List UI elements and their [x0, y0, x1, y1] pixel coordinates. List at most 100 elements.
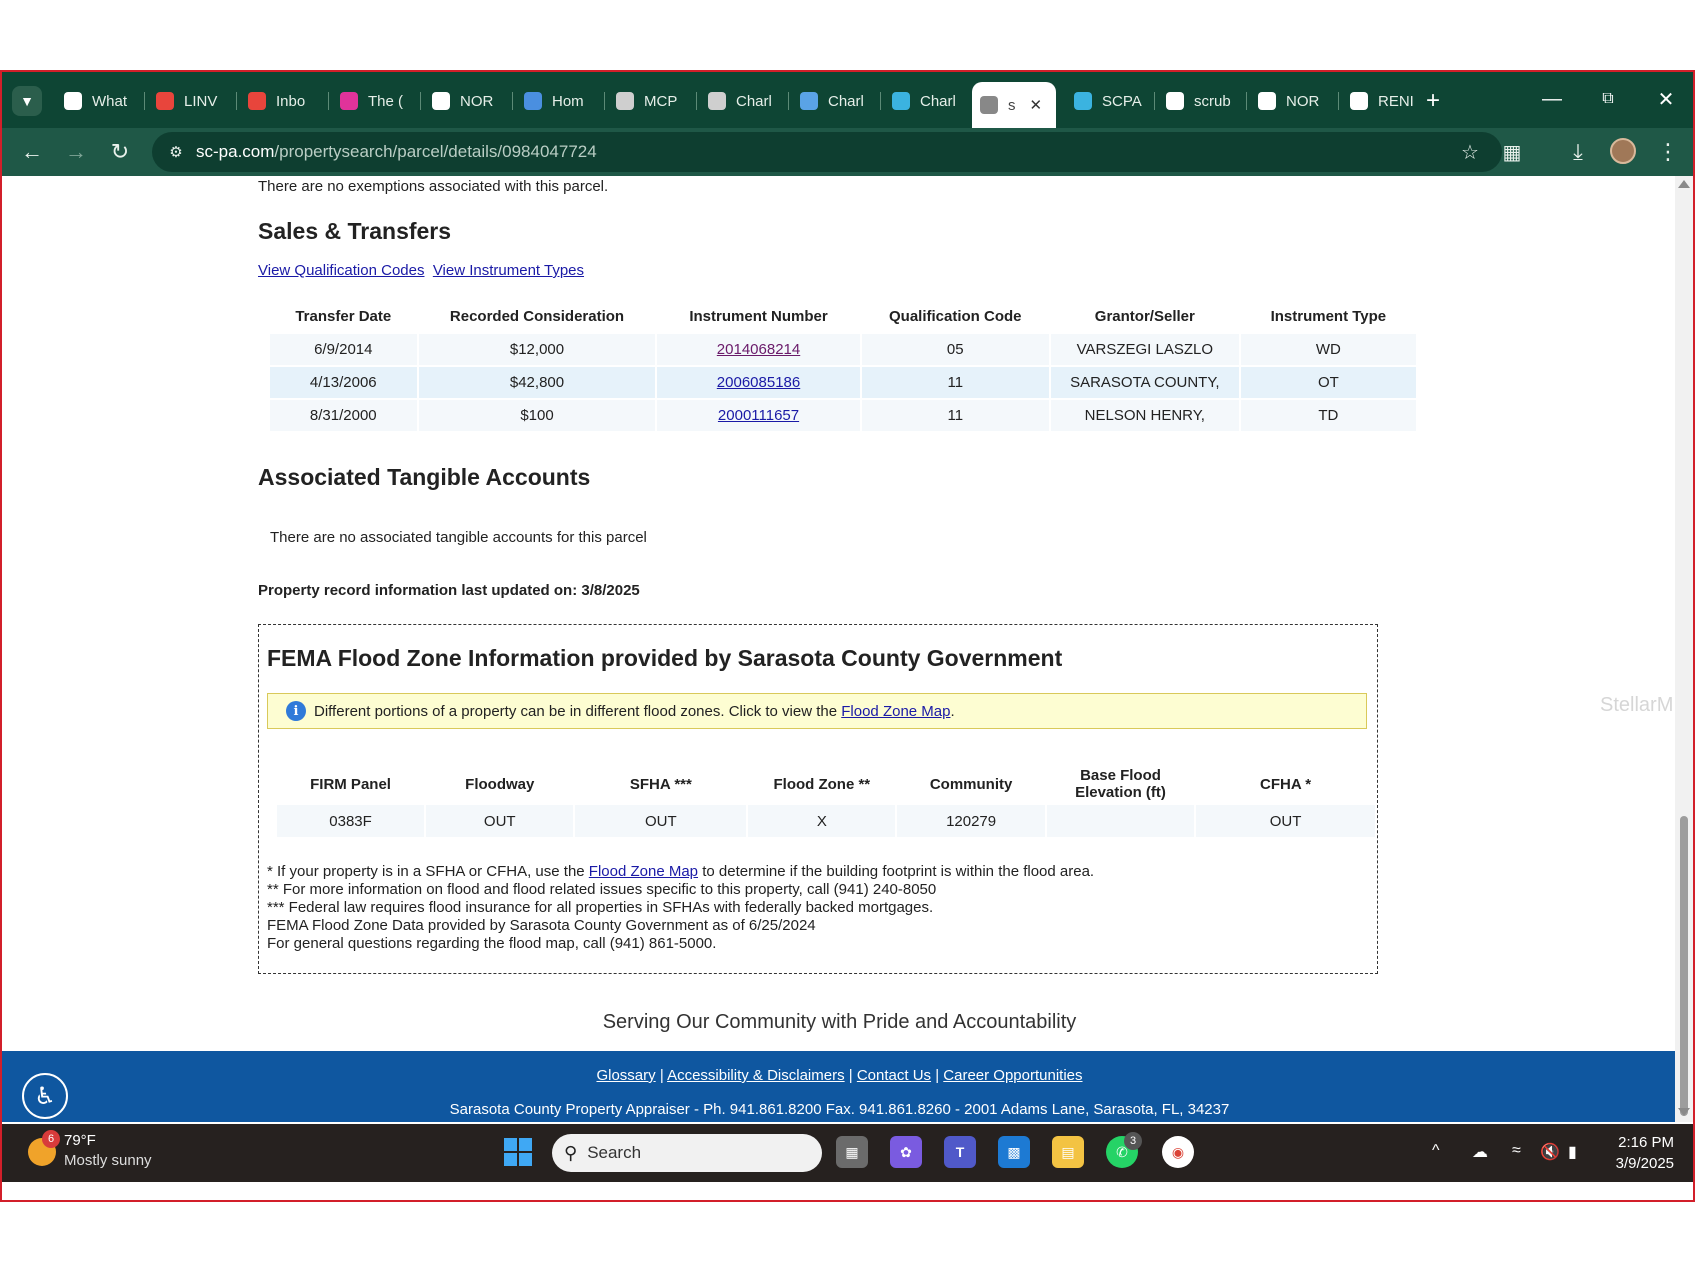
tab-label: NOR [460, 92, 494, 110]
scroll-down-arrow[interactable] [1678, 1108, 1690, 1116]
scrollbar-thumb[interactable] [1680, 816, 1688, 1116]
tab-13[interactable]: NOR [1250, 82, 1330, 120]
weather-condition[interactable]: Mostly sunny [64, 1152, 152, 1169]
new-tab-button[interactable]: + [1426, 82, 1440, 120]
tab-3[interactable]: The ( [332, 82, 412, 120]
site-info-icon[interactable]: ⚙ [164, 140, 188, 164]
close-window-button[interactable]: ✕ [1646, 84, 1686, 114]
system-clock[interactable]: 2:16 PM 3/9/2025 [1602, 1132, 1674, 1174]
tangible-heading: Associated Tangible Accounts [258, 464, 591, 490]
tab-0[interactable]: What [56, 82, 136, 120]
start-button[interactable] [504, 1138, 532, 1166]
column-header: FIRM Panel [310, 775, 391, 793]
column-header: Flood Zone ** [773, 775, 871, 793]
address-bar[interactable]: ⚙ sc-pa.com/propertysearch/parcel/detail… [152, 132, 1502, 172]
battery-icon[interactable]: ▮ [1568, 1142, 1577, 1162]
url-text[interactable]: sc-pa.com/propertysearch/parcel/details/… [196, 142, 597, 162]
instrument-cell: 2006085186 [657, 367, 860, 398]
restore-button[interactable]: ⧉ [1588, 84, 1628, 114]
file-explorer-icon[interactable]: ▤ [1052, 1136, 1084, 1168]
profile-avatar[interactable] [1610, 138, 1636, 164]
tab-7[interactable]: Charl [700, 82, 780, 120]
teams-icon[interactable]: T [944, 1136, 976, 1168]
url-path: /propertysearch/parcel/details/098404772… [274, 142, 597, 161]
store-icon[interactable]: ▩ [998, 1136, 1030, 1168]
instrument-number-link[interactable]: 2014068214 [717, 341, 800, 358]
forward-button[interactable]: → [60, 136, 92, 168]
footer-link[interactable]: Career Opportunities [943, 1067, 1082, 1084]
column-header: Floodway [465, 775, 535, 793]
instrument-number-link[interactable]: 2000111657 [718, 407, 799, 424]
tab-2[interactable]: Inbo [240, 82, 320, 120]
view-qualification-codes-link[interactable]: View Qualification Codes [258, 262, 424, 279]
menu-button[interactable]: ⋮ [1652, 136, 1684, 168]
restore-icon: ⧉ [1602, 90, 1614, 107]
cell-type: TD [1240, 400, 1416, 431]
tab-label: Hom [552, 92, 584, 110]
last-updated-text: Property record information last updated… [258, 582, 640, 599]
tab-8[interactable]: Charl [792, 82, 872, 120]
arrow-right-icon: → [65, 139, 87, 164]
browser-window: ▼ What LINV Inbo The ( NOR Hom MCP Charl Charl Ch… [0, 70, 1695, 1202]
scroll-up-arrow[interactable] [1678, 180, 1690, 188]
reload-button[interactable]: ↻ [104, 136, 136, 168]
tab-5[interactable]: Hom [516, 82, 596, 120]
note-1: * If your property is in a SFHA or CFHA,… [267, 863, 1095, 880]
extensions-button[interactable]: ▦ [1496, 136, 1528, 168]
downloads-button[interactable]: ⤓ [1562, 136, 1594, 168]
chrome-taskbar-icon[interactable]: ◉ [1162, 1136, 1194, 1168]
tab-10[interactable]: s ✕ [972, 82, 1056, 128]
flood-zone-map-link-2[interactable]: Flood Zone Map [589, 863, 698, 880]
close-tab-icon[interactable]: ✕ [1030, 96, 1043, 114]
chevron-up-icon[interactable]: ^ [1432, 1142, 1440, 1160]
footer-link[interactable]: Accessibility & Disclaimers [667, 1067, 845, 1084]
tab-4[interactable]: NOR [424, 82, 504, 120]
footer-link[interactable]: Glossary [596, 1067, 655, 1084]
download-icon: ⤓ [1573, 139, 1583, 164]
tab-14[interactable]: RENI [1342, 82, 1422, 120]
task-view-icon[interactable]: ▦ [836, 1136, 868, 1168]
flood-zone-map-link[interactable]: Flood Zone Map [841, 703, 950, 720]
tab-6[interactable]: MCP [608, 82, 688, 120]
arrow-left-icon: ← [21, 139, 43, 164]
tab-9[interactable]: Charl [884, 82, 964, 120]
cell-consideration: $100 [418, 400, 656, 431]
column-header: Base Flood Elevation (ft) [1075, 767, 1166, 801]
instrument-number-link[interactable]: 2006085186 [717, 374, 800, 391]
page-scrollbar[interactable] [1675, 176, 1693, 1122]
tab-separator [696, 92, 697, 110]
cloud-icon[interactable]: ☁ [1472, 1142, 1488, 1162]
cell-type: WD [1240, 334, 1416, 365]
chrome-icon [64, 92, 82, 110]
tab-separator [420, 92, 421, 110]
tab-1[interactable]: LINV [148, 82, 228, 120]
cell-qual: 11 [861, 367, 1049, 398]
tab-label: MCP [644, 92, 678, 110]
taskbar-search[interactable]: ⚲ Search [552, 1134, 822, 1172]
seal-icon [708, 92, 726, 110]
sales-links: View Qualification Codes View Instrument… [258, 262, 584, 279]
mute-icon[interactable]: 🔇 [1540, 1142, 1560, 1162]
footer-links: Glossary | Accessibility & Disclaimers |… [2, 1067, 1677, 1084]
flood-cell: 0383F [277, 805, 425, 837]
sales-table-body: 6/9/2014 $12,000 2014068214 05 VARSZEGI LASZ… [270, 334, 1416, 431]
weather-temperature[interactable]: 79°F [64, 1132, 96, 1149]
wifi-icon[interactable]: ≈ [1512, 1142, 1521, 1160]
bookmark-star-icon[interactable]: ☆ [1458, 140, 1482, 164]
fema-flood-zone-box: FEMA Flood Zone Information provided by … [258, 624, 1378, 974]
table-row: 8/31/2000 $100 2000111657 11 NELSON HENRY, TD [270, 400, 1416, 431]
tab-separator [512, 92, 513, 110]
tab-12[interactable]: scrub [1158, 82, 1238, 120]
footer-link[interactable]: Contact Us [857, 1067, 931, 1084]
flood-cell: OUT [426, 805, 574, 837]
tab-11[interactable]: SCPA [1066, 82, 1146, 120]
cell-date: 6/9/2014 [270, 334, 417, 365]
tab-search-button[interactable]: ▼ [12, 86, 42, 116]
view-instrument-types-link[interactable]: View Instrument Types [433, 262, 584, 279]
minimize-button[interactable]: — [1532, 84, 1572, 114]
back-button[interactable]: ← [16, 136, 48, 168]
copilot-icon[interactable]: ✿ [890, 1136, 922, 1168]
tab-label: Charl [736, 92, 772, 110]
google-icon [1350, 92, 1368, 110]
wave-icon [524, 92, 542, 110]
